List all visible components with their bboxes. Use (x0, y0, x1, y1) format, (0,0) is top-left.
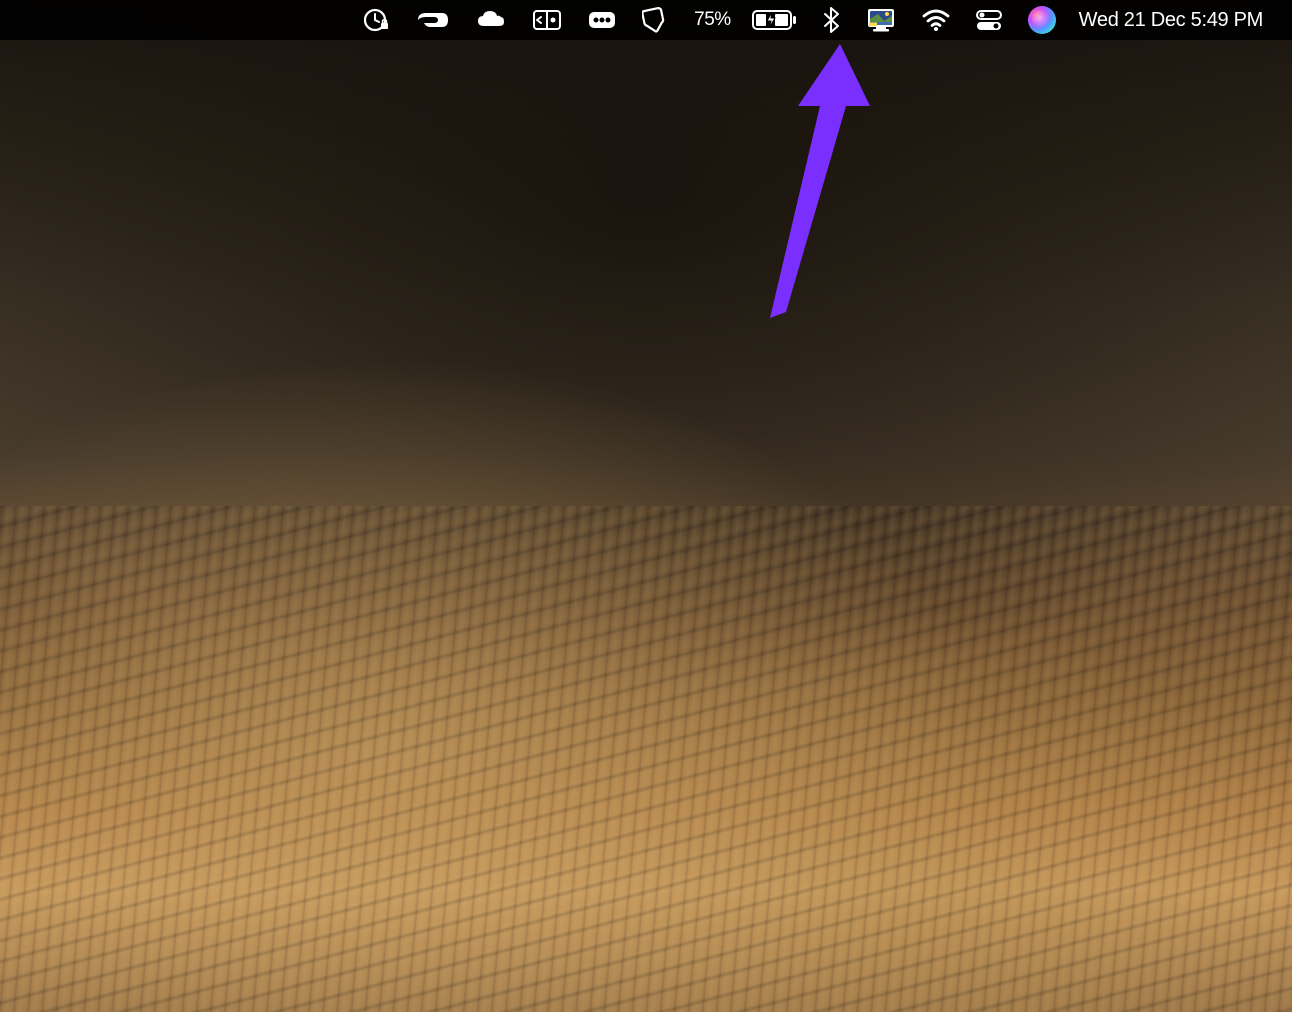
battery-percent-text[interactable]: 75% (685, 0, 742, 40)
screen-mirror-icon[interactable] (523, 0, 571, 40)
battery-percent-label: 75% (694, 9, 733, 31)
datetime[interactable]: Wed 21 Dec 5:49 PM (1073, 0, 1272, 40)
wifi-icon[interactable] (913, 0, 959, 40)
tag-icon[interactable] (633, 0, 677, 40)
display-color-icon[interactable] (857, 0, 905, 40)
expressvpn-icon[interactable] (407, 0, 459, 40)
control-center-icon[interactable] (967, 0, 1011, 40)
siri-icon[interactable] (1019, 0, 1065, 40)
dots-icon[interactable] (579, 0, 625, 40)
datetime-label: Wed 21 Dec 5:49 PM (1079, 9, 1263, 32)
cloud-icon[interactable] (467, 0, 515, 40)
desktop-wallpaper (0, 0, 1292, 1012)
battery-charging-icon[interactable] (750, 0, 805, 40)
bluetooth-icon[interactable] (813, 0, 849, 40)
clock-lock-icon[interactable] (355, 0, 399, 40)
menubar: 75% (0, 0, 1292, 40)
